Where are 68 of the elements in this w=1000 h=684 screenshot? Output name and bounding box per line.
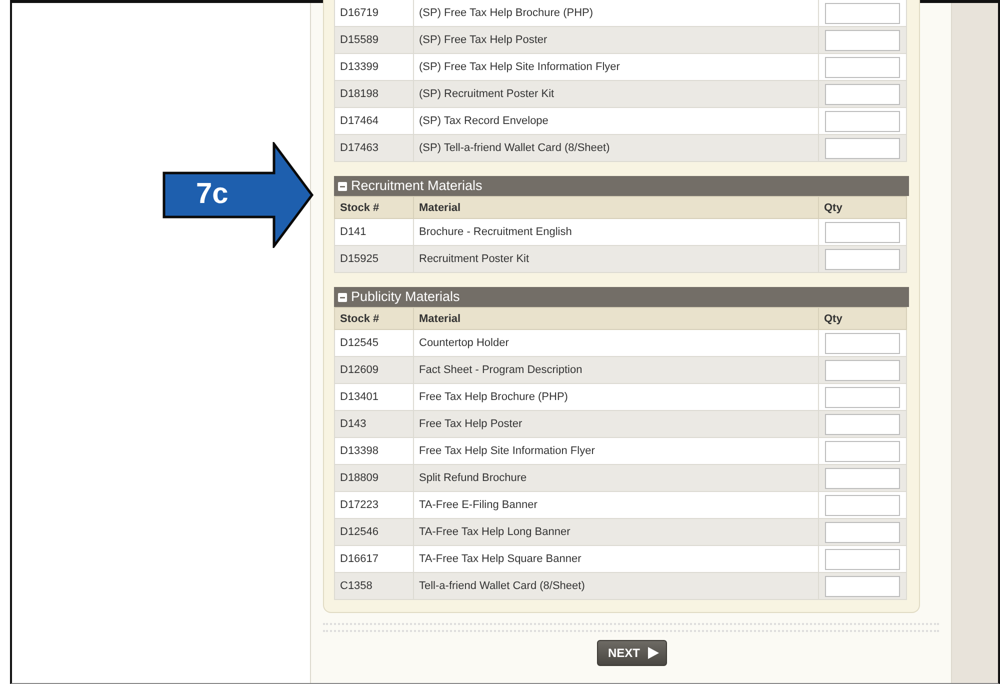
material-cell: (SP) Recruitment Poster Kit <box>414 80 818 108</box>
qty-field[interactable] <box>825 548 900 570</box>
material-cell: (SP) Free Tax Help Poster <box>414 26 818 54</box>
section-header[interactable]: Recruitment Materials <box>334 176 909 196</box>
column-header: Stock # <box>334 308 414 330</box>
qty-field[interactable] <box>825 30 900 50</box>
material-cell: Free Tax Help Brochure (PHP) <box>414 384 818 410</box>
collapse-icon <box>338 292 347 302</box>
stock-cell: D16719 <box>334 0 414 26</box>
qty-field[interactable] <box>825 522 900 542</box>
qty-field[interactable] <box>825 56 900 78</box>
qty-field[interactable] <box>825 414 900 434</box>
qty-field[interactable] <box>825 138 900 158</box>
material-cell: (SP) Free Tax Help Site Information Flyer <box>414 54 818 80</box>
stock-cell: D15589 <box>334 26 414 54</box>
qty-field[interactable] <box>825 576 900 596</box>
stock-cell: D143 <box>334 410 414 438</box>
qty-field[interactable] <box>825 110 900 132</box>
stock-cell: D141 <box>334 218 414 246</box>
material-cell: Tell-a-friend Wallet Card (8/Sheet) <box>414 572 818 600</box>
stock-cell: D13398 <box>334 438 414 464</box>
material-cell: Countertop Holder <box>414 330 818 356</box>
stock-cell: D17464 <box>334 108 414 134</box>
material-cell: (SP) Free Tax Help Brochure (PHP) <box>414 0 818 26</box>
stock-cell: D16617 <box>334 546 414 572</box>
qty-field[interactable] <box>825 222 900 242</box>
stock-cell: D13399 <box>334 54 414 80</box>
stock-cell: D12609 <box>334 356 414 384</box>
qty-field[interactable] <box>825 494 900 516</box>
qty-field[interactable] <box>825 360 900 380</box>
arrow-icon <box>162 142 314 248</box>
qty-field[interactable] <box>825 248 900 270</box>
stock-cell: D12545 <box>334 330 414 356</box>
material-cell: Recruitment Poster Kit <box>414 246 818 272</box>
stock-cell: D12546 <box>334 518 414 546</box>
play-icon <box>646 646 660 660</box>
qty-field[interactable] <box>825 332 900 354</box>
qty-field[interactable] <box>825 84 900 104</box>
column-header: Material <box>414 308 818 330</box>
material-cell: (SP) Tell-a-friend Wallet Card (8/Sheet) <box>414 134 818 162</box>
qty-field[interactable] <box>825 440 900 462</box>
material-cell: TA-Free Tax Help Long Banner <box>414 518 818 546</box>
stock-cell: D18809 <box>334 464 414 492</box>
column-header: Qty <box>818 196 906 218</box>
qty-field[interactable] <box>825 386 900 408</box>
callout-label: 7c <box>196 178 228 211</box>
material-cell: TA-Free Tax Help Square Banner <box>414 546 818 572</box>
material-cell: Fact Sheet - Program Description <box>414 356 818 384</box>
stock-cell: D18198 <box>334 80 414 108</box>
qty-field[interactable] <box>825 468 900 488</box>
material-cell: Free Tax Help Poster <box>414 410 818 438</box>
stock-cell: D17223 <box>334 492 414 518</box>
material-cell: Brochure - Recruitment English <box>414 218 818 246</box>
column-header: Material <box>414 196 818 218</box>
next-button[interactable]: NEXT <box>596 640 667 666</box>
section-header[interactable]: Publicity Materials <box>334 287 909 307</box>
stock-cell: D15925 <box>334 246 414 272</box>
column-header: Stock # <box>334 196 414 218</box>
material-cell: Split Refund Brochure <box>414 464 818 492</box>
stock-cell: D13401 <box>334 384 414 410</box>
column-header: Qty <box>818 308 906 330</box>
stock-cell: D17463 <box>334 134 414 162</box>
qty-field[interactable] <box>825 2 900 24</box>
material-cell: TA-Free E-Filing Banner <box>414 492 818 518</box>
collapse-icon <box>338 182 347 190</box>
material-cell: (SP) Tax Record Envelope <box>414 108 818 134</box>
material-cell: Free Tax Help Site Information Flyer <box>414 438 818 464</box>
stock-cell: C1358 <box>334 572 414 600</box>
